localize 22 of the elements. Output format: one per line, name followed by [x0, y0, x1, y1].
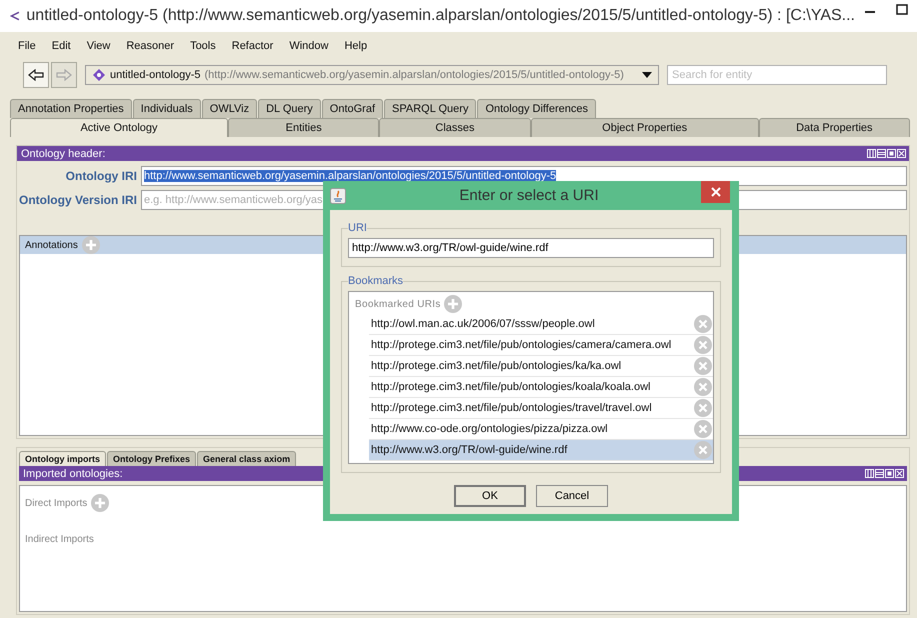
bookmark-uri: http://protege.cim3.net/file/pub/ontologies/koala/koala.owl: [371, 381, 650, 393]
list-header: Bookmarked URIs: [355, 298, 441, 310]
section-label: Indirect Imports: [25, 534, 94, 545]
dialog-title: Enter or select a URI: [458, 187, 600, 204]
bookmark-uri: http://www.w3.org/TR/owl-guide/wine.rdf: [371, 444, 568, 456]
field-label: Ontology IRI: [64, 169, 137, 183]
ontology-iri: (http://www.semanticweb.org/yasemin.alparslan/ontologies/2015/5/untitled-ontology-5): [204, 69, 625, 81]
annotations-label: Annotations: [25, 240, 78, 250]
bookmark-uri: http://www.co-ode.org/ontologies/pizza/pizza.owl: [371, 423, 608, 435]
selected-text: http://www.semanticweb.org/yasemin.alparslan/ontologies/2015/5/untitled-ontology-5: [144, 170, 556, 182]
bookmark-uri: http://protege.cim3.net/file/pub/ontologies/camera/camera.owl: [371, 339, 672, 351]
bookmark-uri: http://protege.cim3.net/file/pub/ontologies/ka/ka.owl: [371, 360, 622, 372]
group-label: URI: [348, 222, 367, 234]
ontology-name: untitled-ontology-5: [110, 69, 201, 81]
section-label: Direct Imports: [25, 498, 88, 508]
field-label: Ontology Version IRI: [18, 193, 137, 207]
view-title: Imported ontologies:: [23, 468, 123, 480]
group-label: Bookmarks: [348, 275, 404, 287]
bookmark-uri: http://protege.cim3.net/file/pub/ontologies/travel/travel.owl: [371, 402, 652, 414]
view-title: Ontology header:: [21, 148, 106, 160]
window-title: untitled-ontology-5 (http://www.semanticweb.org/yasemin.alparslan/ontologies/2015/5/untitled-ontology-5) : [C:\YAS...: [26, 7, 855, 25]
bookmark-uri: http://owl.man.ac.uk/2006/07/sssw/people.owl: [371, 318, 595, 330]
